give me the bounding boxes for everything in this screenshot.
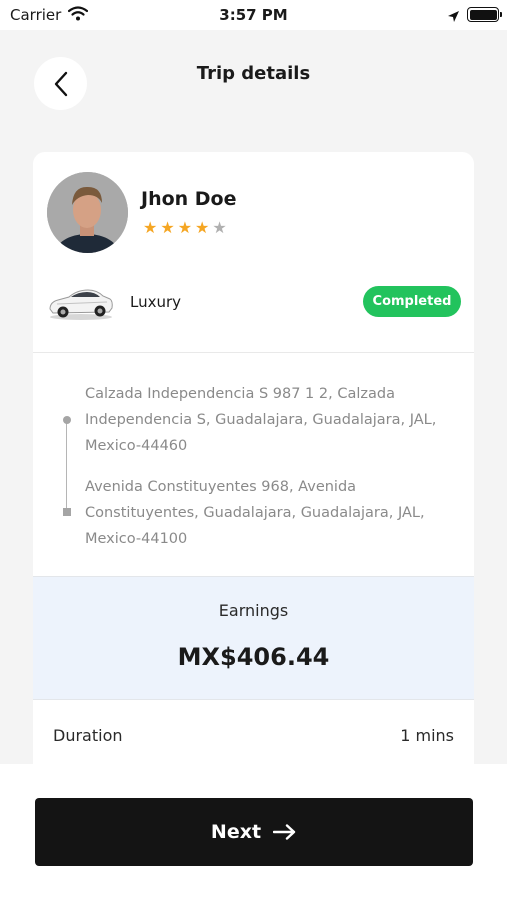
arrow-right-icon — [273, 824, 296, 840]
driver-rating: ★ ★ ★ ★ ★ — [143, 220, 227, 236]
pickup-address: Calzada Independencia S 987 1 2, Calzada… — [85, 386, 437, 454]
star-filled-icon: ★ — [143, 218, 158, 237]
clock: 3:57 PM — [219, 6, 288, 24]
status-bar: Carrier 3:57 PM — [0, 0, 507, 30]
star-empty-icon: ★ — [212, 218, 227, 237]
driver-name: Jhon Doe — [141, 188, 237, 210]
star-filled-icon: ★ — [195, 218, 210, 237]
bottom-bar: Next — [0, 764, 507, 900]
battery-icon — [467, 7, 502, 22]
divider — [33, 352, 474, 353]
next-button-label: Next — [210, 821, 262, 843]
dropoff-address: Avenida Constituyentes 968, Avenida Cons… — [85, 479, 425, 547]
star-filled-icon: ★ — [160, 218, 175, 237]
dropoff-square-icon — [63, 508, 71, 516]
earnings-label: Earnings — [218, 601, 289, 620]
star-filled-icon: ★ — [177, 218, 193, 237]
car-icon — [47, 282, 115, 326]
status-badge: Completed — [363, 286, 461, 317]
next-button[interactable]: Next — [35, 798, 473, 866]
earnings-value: MX$406.44 — [177, 643, 330, 671]
earnings-panel: Earnings MX$406.44 — [33, 576, 474, 700]
trip-card: Jhon Doe ★ ★ ★ ★ ★ Luxury Completed Calzada … — [33, 152, 474, 764]
page-title: Trip details — [196, 63, 311, 84]
duration-value: 1 mins — [400, 726, 454, 745]
avatar — [47, 172, 128, 253]
vehicle-type: Luxury — [130, 293, 182, 311]
location-arrow-icon — [447, 8, 460, 27]
pickup-dot-icon — [63, 416, 71, 424]
route-line — [66, 420, 67, 512]
duration-label: Duration — [53, 726, 123, 745]
